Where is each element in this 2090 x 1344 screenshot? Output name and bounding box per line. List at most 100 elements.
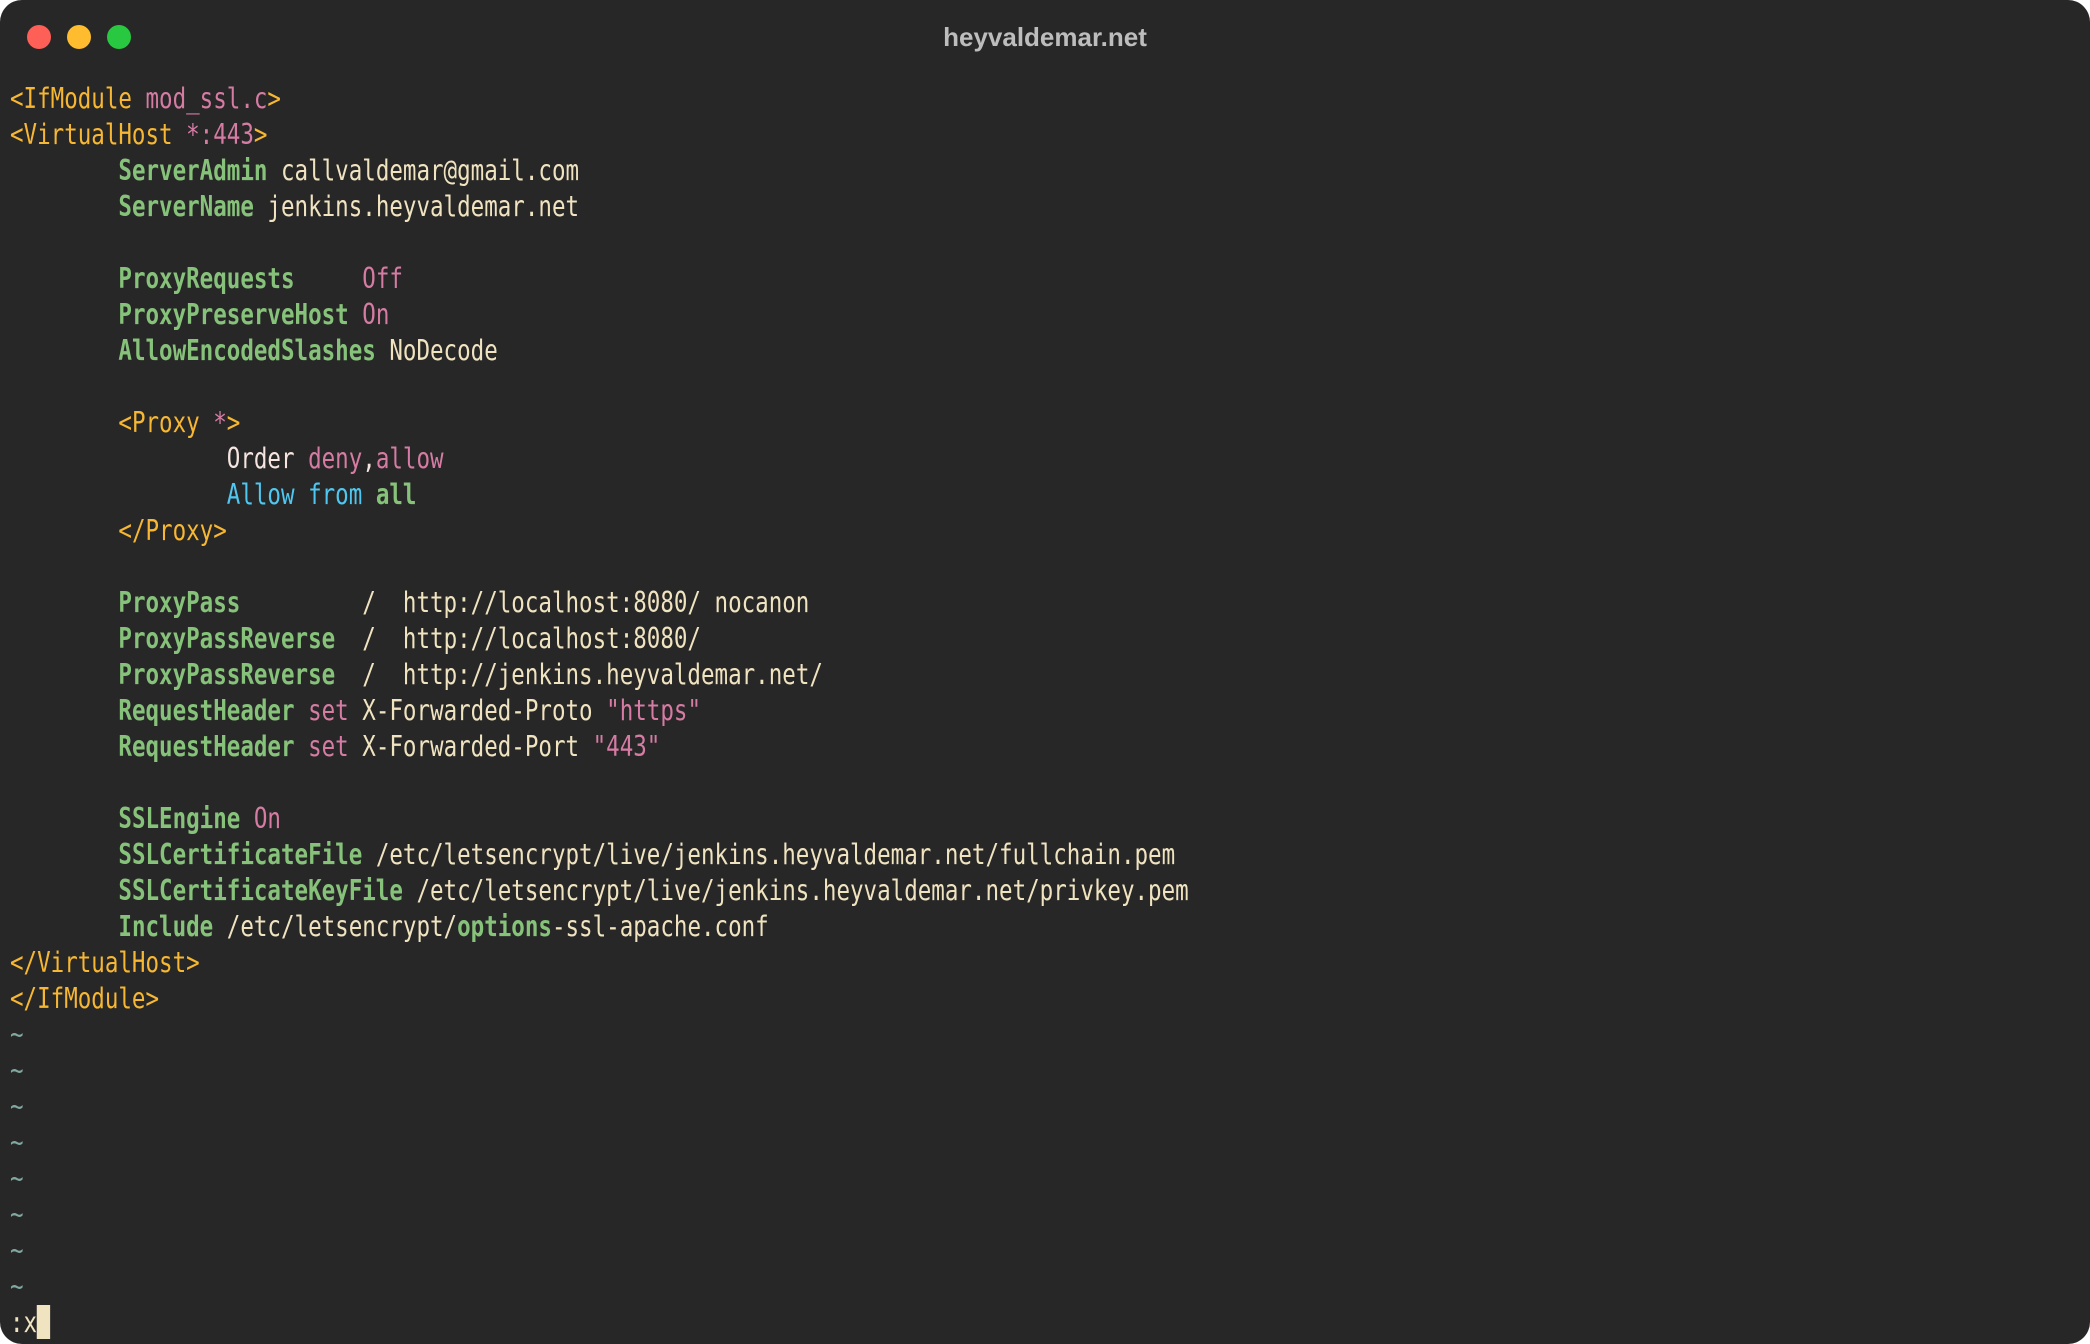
empty-line-marker: ~ (10, 1160, 1189, 1196)
empty-line-marker: ~ (10, 1268, 1189, 1304)
window-title: heyvaldemar.net (943, 22, 1147, 52)
vim-editor[interactable]: <IfModule mod_ssl.c> <VirtualHost *:443> … (10, 80, 1189, 1340)
token-attr: * (213, 405, 227, 439)
token-tag: </IfModule> (10, 981, 160, 1015)
token-dir: options (457, 909, 552, 943)
token-val: NoDecode (375, 333, 498, 367)
token-attr: "https" (606, 693, 701, 727)
token-order: Order (226, 441, 295, 475)
code-line: ProxyPassReverse / http://localhost:8080… (10, 620, 1189, 656)
tilde-marker: ~ (10, 1161, 24, 1195)
tilde-marker: ~ (10, 1233, 24, 1267)
token-dir: ProxyPassReverse (118, 657, 336, 691)
token-tag: <Proxy (118, 405, 214, 439)
code-line: ProxyPassReverse / http://jenkins.heyval… (10, 656, 1189, 692)
token-dir: ProxyPreserveHost (118, 297, 349, 331)
code-line: </Proxy> (10, 512, 1189, 548)
token-tag: > (253, 117, 268, 151)
empty-line-marker: ~ (10, 1088, 1189, 1124)
token-dir: Include (118, 909, 214, 943)
code-line: Allow from all (10, 476, 1189, 512)
empty-line-marker: ~ (10, 1124, 1189, 1160)
token-tag: </VirtualHost> (10, 945, 200, 979)
code-line: <Proxy *> (10, 404, 1189, 440)
token-tag: <IfModule (10, 81, 146, 115)
empty-line-marker: ~ (10, 1232, 1189, 1268)
code-line: SSLCertificateKeyFile /etc/letsencrypt/l… (10, 872, 1189, 908)
tilde-marker: ~ (10, 1125, 24, 1159)
token-tag: > (226, 405, 241, 439)
token-dir: SSLCertificateFile (118, 837, 363, 871)
token-attr: allow (375, 441, 444, 475)
token-dir: AllowEncodedSlashes (118, 333, 376, 367)
code-line: ServerAdmin callvaldemar@gmail.com (10, 152, 1189, 188)
token-val: / http://jenkins.heyvaldemar.net/ (335, 657, 823, 691)
token-val: -ssl-apache.conf (551, 909, 769, 943)
code-line: </VirtualHost> (10, 944, 1189, 980)
token-order: , (362, 441, 376, 475)
token-attr: set (308, 729, 349, 763)
token-dir: ProxyRequests (118, 261, 295, 295)
token-val: callvaldemar@gmail.com (267, 153, 580, 187)
command-text: :x (10, 1305, 38, 1339)
token-val: / http://localhost:8080/ nocanon (240, 585, 810, 619)
token-val: jenkins.heyvaldemar.net (253, 189, 580, 223)
code-line: <VirtualHost *:443> (10, 116, 1189, 152)
tilde-marker: ~ (10, 1017, 24, 1051)
token-dir: RequestHeader (118, 693, 295, 727)
token-attr: mod_ssl.c (145, 81, 268, 115)
token-tag: <VirtualHost (10, 117, 187, 151)
token-val: /etc/letsencrypt/live/jenkins.heyvaldema… (402, 873, 1189, 907)
code-line: ProxyRequests Off (10, 260, 1189, 296)
token-attr: On (362, 297, 390, 331)
token-dir: SSLCertificateKeyFile (118, 873, 403, 907)
token-dir: all (375, 477, 417, 511)
command-line[interactable]: :x (10, 1304, 1189, 1340)
token-dir: ProxyPass (118, 585, 241, 619)
code-line: RequestHeader set X-Forwarded-Port "443" (10, 728, 1189, 764)
token-dir: ProxyPassReverse (118, 621, 336, 655)
empty-line-marker: ~ (10, 1052, 1189, 1088)
token-dir: RequestHeader (118, 729, 295, 763)
tilde-marker: ~ (10, 1053, 24, 1087)
code-line: Order deny,allow (10, 440, 1189, 476)
code-line: AllowEncodedSlashes NoDecode (10, 332, 1189, 368)
token-attr: On (253, 801, 281, 835)
token-attr: Off (362, 261, 403, 295)
code-line: ProxyPass / http://localhost:8080/ nocan… (10, 584, 1189, 620)
token-dir: ServerName (118, 189, 254, 223)
token-attr: set (308, 693, 349, 727)
empty-line-marker: ~ (10, 1196, 1189, 1232)
empty-line-marker: ~ (10, 1016, 1189, 1052)
code-line: ServerName jenkins.heyvaldemar.net (10, 188, 1189, 224)
token-attr: deny (308, 441, 363, 475)
code-line: Include /etc/letsencrypt/options-ssl-apa… (10, 908, 1189, 944)
code-line: <IfModule mod_ssl.c> (10, 80, 1189, 116)
token-val: X-Forwarded-Proto (348, 693, 607, 727)
tilde-marker: ~ (10, 1089, 24, 1123)
